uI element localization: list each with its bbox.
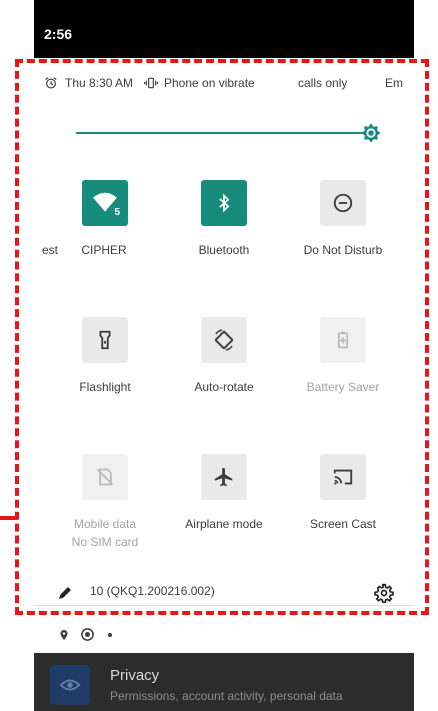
background-app: Privacy Permissions, account activity, p…	[34, 653, 414, 711]
status-time: 2:56	[44, 26, 73, 42]
location-icon	[60, 630, 68, 640]
privacy-subtitle: Permissions, account activity, personal …	[110, 689, 343, 703]
privacy-title: Privacy	[110, 667, 160, 684]
highlight-callout-box	[15, 59, 429, 615]
highlight-callout-pointer	[0, 516, 17, 520]
status-bar: 2:56	[34, 0, 414, 58]
data-saver-icon	[81, 628, 94, 641]
privacy-eye-icon	[50, 665, 90, 705]
dot-icon	[108, 633, 112, 637]
